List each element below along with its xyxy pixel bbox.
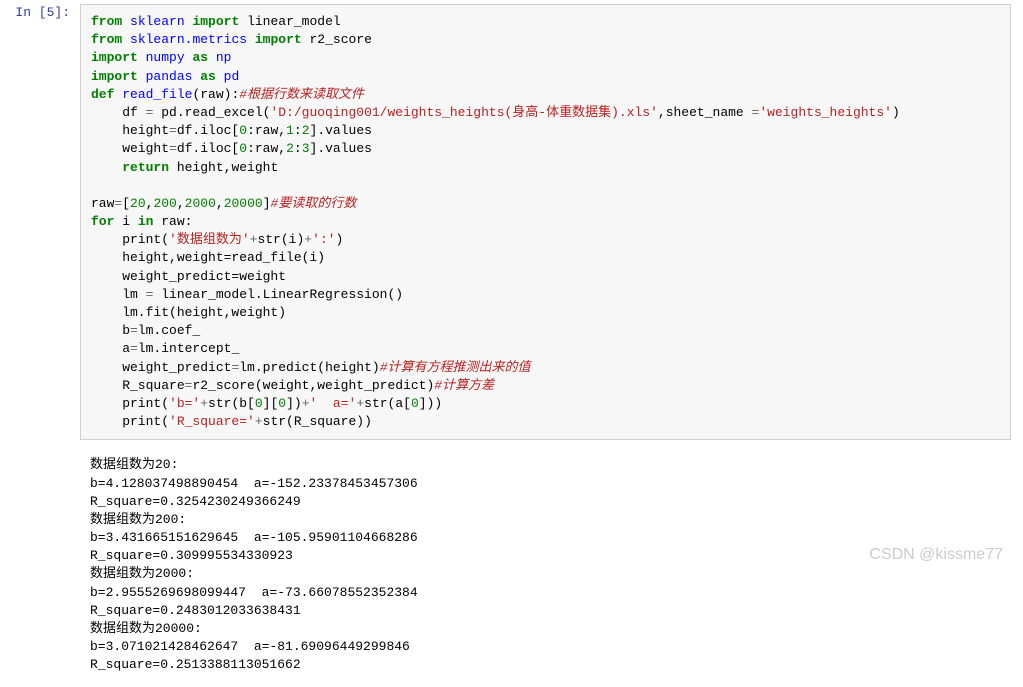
code-content: from sklearn import linear_model from sk… — [91, 13, 1000, 431]
output-text-area: 数据组数为20: b=4.128037498890454 a=-152.2337… — [80, 448, 1011, 682]
notebook-input-cell: In [5]: from sklearn import linear_model… — [0, 0, 1023, 444]
input-prompt: In [5]: — [0, 4, 80, 440]
output-prompt — [0, 448, 80, 682]
output-content: 数据组数为20: b=4.128037498890454 a=-152.2337… — [90, 456, 1001, 674]
notebook-output-cell: 数据组数为20: b=4.128037498890454 a=-152.2337… — [0, 444, 1023, 686]
code-input-area[interactable]: from sklearn import linear_model from sk… — [80, 4, 1011, 440]
